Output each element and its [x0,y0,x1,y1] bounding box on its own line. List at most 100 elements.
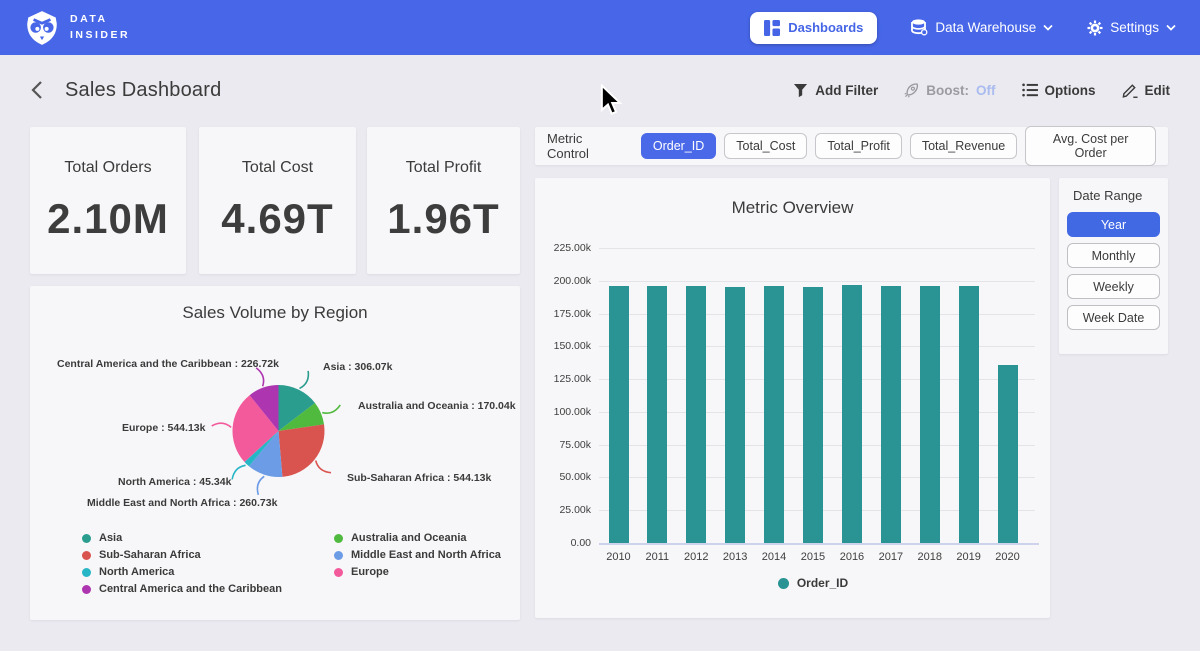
bar-2012[interactable] [686,286,706,544]
legend-label: Asia [99,532,122,544]
y-tick-label: 100.00k [535,406,591,418]
pie-callout-line [232,465,245,479]
bar-2017[interactable] [881,286,901,543]
x-tick-label: 2019 [949,551,988,563]
legend-dot [334,568,343,577]
legend-dot [334,534,343,543]
bar-2013[interactable] [725,287,745,544]
options-button[interactable]: Options [1022,83,1096,98]
gridline [599,248,1035,249]
bar-2019[interactable] [959,286,979,543]
bar-2018[interactable] [920,286,940,543]
pie-label: Sub-Saharan Africa : 544.13k [347,472,491,484]
pie-slice[interactable]: Sub-Saharan Africa : 544.13k [279,424,325,476]
legend-dot [778,578,789,589]
bar-2016[interactable] [842,285,862,543]
pie-legend-item[interactable]: Australia and Oceania [334,532,501,544]
date-range-label: Date Range [1073,188,1160,203]
bar-2020[interactable] [998,365,1018,543]
legend-label: Central America and the Caribbean [99,583,282,595]
rocket-icon [904,83,919,98]
y-tick-label: 200.00k [535,275,591,287]
pie-legend-item[interactable]: North America [82,566,282,578]
legend-label: Europe [351,566,389,578]
chevron-down-icon [1043,24,1053,31]
x-tick-label: 2013 [716,551,755,563]
y-tick-label: 75.00k [535,439,591,451]
kpi-value: 1.96T [387,195,499,243]
chevron-down-icon [1166,24,1176,31]
nav-settings-button[interactable]: Settings [1087,20,1176,36]
date-range-monthly-button[interactable]: Monthly [1067,243,1160,268]
pie-label: Middle East and North Africa : 260.73k [87,497,277,509]
kpi-label: Total Orders [64,159,151,177]
date-range-week-date-button[interactable]: Week Date [1067,305,1160,330]
gear-icon [1087,20,1103,36]
kpi-label: Total Cost [242,159,313,177]
brand-text: DATA INSIDER [70,12,130,42]
bar-2015[interactable] [803,287,823,544]
metric-control-label: Metric Control [547,131,625,161]
x-tick-label: 2020 [988,551,1027,563]
chevron-left-icon [30,80,43,100]
legend-label: Order_ID [797,576,848,590]
boost-label: Boost: [926,83,969,98]
metric-chip-total-cost[interactable]: Total_Cost [724,133,807,159]
pie-legend-item[interactable]: Europe [334,566,501,578]
legend-dot [82,534,91,543]
metric-chip-total-revenue[interactable]: Total_Revenue [910,133,1017,159]
date-range-weekly-button[interactable]: Weekly [1067,274,1160,299]
metric-chip-avg-cost[interactable]: Avg. Cost per Order [1025,126,1156,166]
list-options-icon [1022,83,1038,97]
x-tick-label: 2015 [794,551,833,563]
date-range-year-button[interactable]: Year [1067,212,1160,237]
x-tick-label: 2011 [638,551,677,563]
x-tick-label: 2018 [910,551,949,563]
brand-logo[interactable]: DATA INSIDER [24,9,130,47]
bar-2011[interactable] [647,286,667,543]
navbar-menu: Dashboards Data Warehouse [750,12,1176,44]
pie-callout-line [322,405,340,413]
metric-chip-total-profit[interactable]: Total_Profit [815,133,902,159]
back-button[interactable] [30,80,43,100]
nav-data-warehouse-button[interactable]: Data Warehouse [911,19,1053,36]
y-tick-label: 50.00k [535,471,591,483]
y-tick-label: 150.00k [535,340,591,352]
pie-legend-item[interactable]: Asia [82,532,282,544]
bar-2014[interactable] [764,286,784,543]
x-tick-label: 2010 [599,551,638,563]
pie-callout-line [256,368,263,386]
boost-toggle[interactable]: Boost: Off [904,83,995,98]
nav-dashboards-label: Dashboards [788,20,863,35]
pie-legend-item[interactable]: Central America and the Caribbean [82,583,282,595]
legend-dot [334,551,343,560]
pie-callout-line [257,476,264,495]
kpi-label: Total Profit [406,159,482,177]
nav-data-warehouse-label: Data Warehouse [935,20,1036,35]
add-filter-button[interactable]: Add Filter [793,83,878,98]
y-tick-label: 225.00k [535,242,591,254]
metric-control-bar: Metric Control Order_ID Total_Cost Total… [535,127,1168,165]
pie-label: Australia and Oceania : 170.04k [358,400,516,412]
sales-dashboard-app: DATA INSIDER Dashboards D [0,0,1200,651]
pie-legend-item[interactable]: Sub-Saharan Africa [82,549,282,561]
bar-chart-legend[interactable]: Order_ID [599,576,1027,590]
legend-dot [82,568,91,577]
owl-logo-icon [24,9,60,47]
bar-2010[interactable] [609,286,629,543]
kpi-value: 2.10M [47,195,169,243]
edit-button[interactable]: Edit [1122,82,1171,98]
filter-funnel-icon [793,83,808,98]
legend-dot [82,551,91,560]
pie-callout-line [300,371,309,388]
y-tick-label: 0.00 [535,537,591,549]
pie-label: Asia : 306.07k [323,361,392,373]
metric-chip-order-id[interactable]: Order_ID [641,133,716,159]
bar-chart-title: Metric Overview [535,198,1050,218]
legend-dot [82,585,91,594]
pie-legend-item[interactable]: Middle East and North Africa [334,549,501,561]
nav-dashboards-button[interactable]: Dashboards [750,12,877,44]
x-tick-label: 2012 [677,551,716,563]
add-filter-label: Add Filter [815,83,878,98]
pie-callout-line [316,461,331,473]
